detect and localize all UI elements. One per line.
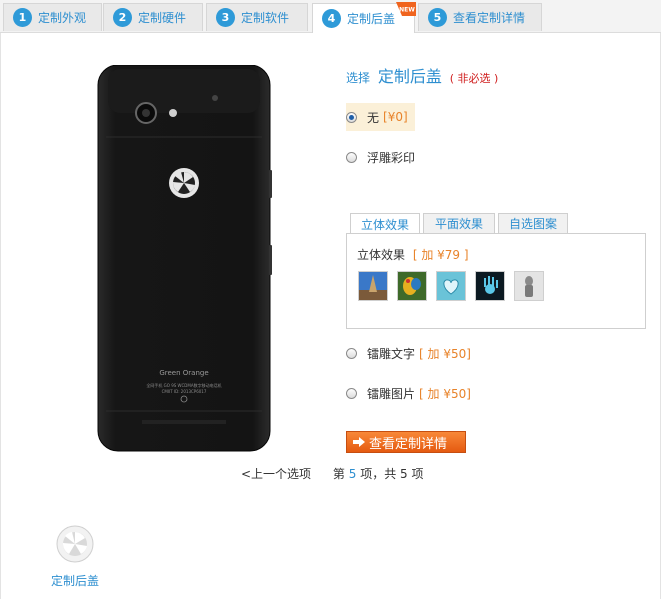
panel-title-text: 立体效果 <box>357 248 406 262</box>
tab-view-details[interactable]: 5 查看定制详情 <box>418 3 542 31</box>
tower-image-icon <box>359 272 387 300</box>
tab-label: 查看定制详情 <box>453 11 526 25</box>
tab-back-cover[interactable]: 4 定制后盖 NEW <box>312 2 416 33</box>
optional-note: ( 非必选 ) <box>449 72 499 85</box>
pattern-thumbnail[interactable] <box>475 271 505 301</box>
tab-software[interactable]: 3 定制软件 <box>206 3 308 31</box>
prev-option-link[interactable]: <上一个选项 <box>241 467 311 481</box>
tab-label: 定制外观 <box>38 11 87 25</box>
step-number: 5 <box>428 8 447 27</box>
cmiit-text: CMIIT ID: 2013CP6017 <box>162 389 207 394</box>
new-badge-icon: NEW <box>396 2 416 16</box>
panel-title: 立体效果 [ 加 ¥79 ] <box>357 246 469 263</box>
pager-suffix: 项 <box>411 467 424 481</box>
option-label: 无 <box>367 110 380 125</box>
subtab-3d-effect[interactable]: 立体效果 <box>350 213 420 234</box>
subtab-custom-pattern[interactable]: 自选图案 <box>498 213 568 233</box>
pattern-thumbnail[interactable] <box>436 271 466 301</box>
parrot-image-icon <box>398 272 426 300</box>
option-laser-text[interactable]: 镭雕文字 [ 加 ¥50] <box>346 339 471 367</box>
tab-label: 定制硬件 <box>138 11 187 25</box>
subtab-label: 平面效果 <box>434 217 483 231</box>
step-tabbar: 1 定制外观 2 定制硬件 3 定制软件 4 定制后盖 NEW 5 查看定制详情 <box>0 0 661 33</box>
subtab-label: 立体效果 <box>360 217 409 232</box>
pager: <上一个选项 第 5 项，共 5 项 <box>241 465 424 482</box>
phone-back-preview: Green Orange 全网手机 GO 9S WCDMA数字移动电话机 CMI… <box>97 65 272 452</box>
option-label: 镭雕文字 <box>367 346 416 361</box>
option-none[interactable]: 无 [¥0] <box>346 103 415 131</box>
pager-total: 5 <box>400 467 408 481</box>
effect-tabs: 立体效果 平面效果 自选图案 <box>346 213 646 234</box>
pattern-thumbnail[interactable] <box>514 271 544 301</box>
statue-image-icon <box>515 272 543 300</box>
option-label: 镭雕图片 <box>367 386 416 401</box>
tab-appearance[interactable]: 1 定制外观 <box>3 3 102 31</box>
option-laser-image[interactable]: 镭雕图片 [ 加 ¥50] <box>346 379 471 407</box>
option-label: 浮雕彩印 <box>367 150 416 165</box>
brand-logo-icon <box>169 168 199 198</box>
pager-current: 5 <box>348 467 357 481</box>
back-cover-summary-icon[interactable] <box>56 525 94 563</box>
view-details-button[interactable]: 查看定制详情 <box>346 431 466 453</box>
step-number: 1 <box>13 8 32 27</box>
option-radio[interactable] <box>346 347 357 359</box>
step-number: 3 <box>216 8 235 27</box>
page-title: 定制后盖 <box>377 67 442 86</box>
panel-price: [ 加 ¥79 ] <box>412 248 469 262</box>
subtab-flat-effect[interactable]: 平面效果 <box>423 213 495 233</box>
pager-prefix: 第 <box>332 467 345 481</box>
subtab-label: 自选图案 <box>508 217 557 231</box>
option-radio[interactable] <box>346 387 357 399</box>
button-label: 查看定制详情 <box>369 436 448 452</box>
ice-heart-image-icon <box>437 272 465 300</box>
option-price: [ 加 ¥50] <box>419 346 471 361</box>
option-radio[interactable] <box>346 111 357 123</box>
step-number: 2 <box>113 8 132 27</box>
handprint-image-icon <box>476 272 504 300</box>
pattern-thumbnails <box>358 271 553 301</box>
tab-hardware[interactable]: 2 定制硬件 <box>103 3 203 31</box>
arrow-right-icon <box>353 437 365 447</box>
brand-text: Green Orange <box>159 369 208 377</box>
tab-label: 定制后盖 <box>347 12 396 26</box>
option-price: [ 加 ¥50] <box>419 386 471 401</box>
section-heading: 选择 定制后盖 ( 非必选 ) <box>346 63 498 87</box>
main-content: Green Orange 全网手机 GO 9S WCDMA数字移动电话机 CMI… <box>0 33 661 599</box>
back-cover-summary-label[interactable]: 定制后盖 <box>51 572 99 589</box>
effect-panel: 立体效果 [ 加 ¥79 ] <box>346 233 646 329</box>
svg-text:NEW: NEW <box>399 7 415 14</box>
heading-select-label: 选择 <box>346 71 371 85</box>
option-relief-print[interactable]: 浮雕彩印 <box>346 143 415 171</box>
pattern-thumbnail[interactable] <box>358 271 388 301</box>
model-text: 全网手机 GO 9S WCDMA数字移动电话机 <box>146 382 221 388</box>
tab-label: 定制软件 <box>241 11 290 25</box>
pattern-thumbnail[interactable] <box>397 271 427 301</box>
pager-mid: 项，共 <box>360 467 397 481</box>
step-number: 4 <box>322 9 341 28</box>
option-radio[interactable] <box>346 151 357 163</box>
option-price: [¥0] <box>383 110 408 124</box>
